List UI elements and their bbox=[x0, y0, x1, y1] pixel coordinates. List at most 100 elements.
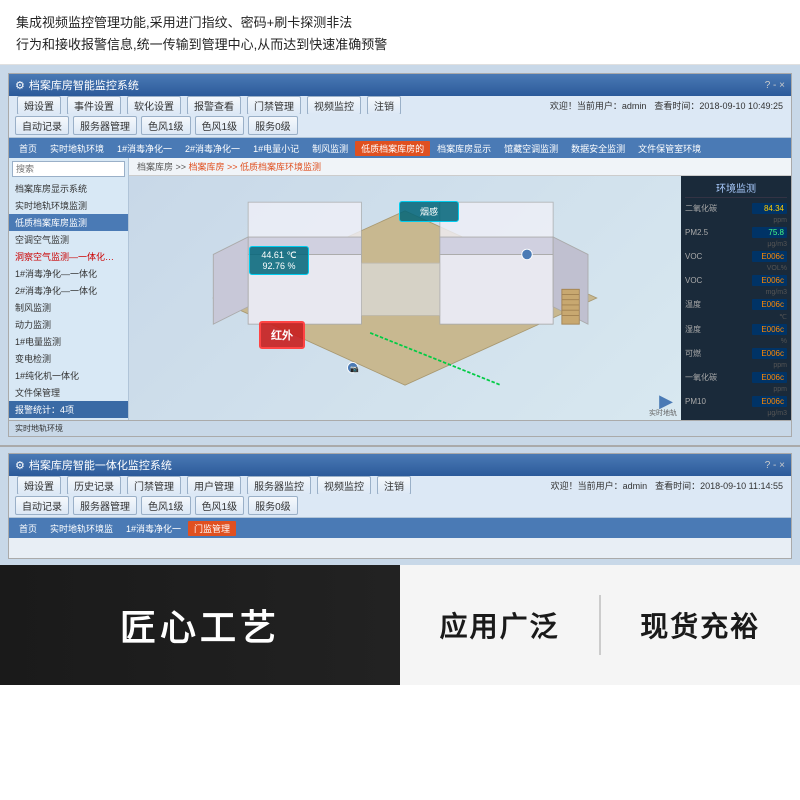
description-line1: 集成视频监控管理功能,采用进门指纹、密码+刷卡探测非法 bbox=[16, 12, 784, 34]
breadcrumb-1: 档案库房 >> 档案库房 >> 低质档案库环境监测 bbox=[129, 158, 791, 176]
nav-home[interactable]: 首页 bbox=[13, 141, 43, 156]
toolbar2-btn2[interactable]: 服务器管理 bbox=[73, 116, 137, 135]
nav2-realtime[interactable]: 实时地轨环境监 bbox=[44, 521, 119, 536]
infrared-tag: 红外 bbox=[259, 321, 305, 349]
sidebar-1: 档案库房显示系统 实时地轨环境监测 低质档案库房监测 空调空气监测 洞察空气监测… bbox=[9, 158, 129, 420]
toolbar2-user[interactable]: 用户管理 bbox=[187, 476, 241, 495]
toolbar-btn-soft[interactable]: 软化设置 bbox=[127, 96, 181, 115]
top-description: 集成视频监控管理功能,采用进门指纹、密码+刷卡探测非法 行为和接收报警信息,统一… bbox=[0, 0, 800, 65]
welcome-text-2: 欢迎！当前用户：admin bbox=[551, 479, 648, 492]
nav-archive-display[interactable]: 档案库房显示 bbox=[431, 141, 497, 156]
search-input[interactable] bbox=[12, 161, 125, 177]
env-co2-unit: ppm bbox=[685, 217, 787, 224]
statusbar-text-1: 实时地轨环境 bbox=[15, 423, 63, 434]
toolbar2-btn4[interactable]: 色风1级 bbox=[195, 116, 245, 135]
sidebar-item-lowquality[interactable]: 低质档案库房监测 bbox=[9, 214, 128, 231]
nav-power[interactable]: 1#电量小记 bbox=[247, 141, 305, 156]
nav-file-room[interactable]: 文件保管室环境 bbox=[632, 141, 707, 156]
toolbar2-video[interactable]: 视频监控 bbox=[317, 476, 371, 495]
window-controls-2: ? - × bbox=[765, 460, 785, 471]
toolbar2-btn1[interactable]: 自动记录 bbox=[15, 116, 69, 135]
titlebar-2: ⚙ 档案库房智能一体化监控系统 ? - × bbox=[9, 454, 791, 476]
sidebar-item-ster1[interactable]: 1#消毒净化—一体化 bbox=[9, 265, 128, 282]
toolbar2-btn5[interactable]: 服务0级 bbox=[248, 116, 298, 135]
nav-tabs-1: 首页 实时地轨环境 1#消毒净化一 2#消毒净化一 1#电量小记 制风监测 低质… bbox=[9, 138, 791, 158]
toolbar-btn-logout[interactable]: 注销 bbox=[367, 96, 401, 115]
toolbar-btn-config[interactable]: 姆设置 bbox=[17, 96, 61, 115]
toolbar3-btn4[interactable]: 色风1级 bbox=[195, 496, 245, 515]
sidebar-item-power[interactable]: 动力监测 bbox=[9, 316, 128, 333]
sidebar-item-hvac[interactable]: 空调空气监测 bbox=[9, 231, 128, 248]
env-co2: 二氧化碳 84.34 bbox=[685, 202, 787, 215]
env-title: 环境监测 bbox=[685, 180, 787, 198]
time-text-2: 查看时间：2018-09-10 11:14:55 bbox=[655, 479, 783, 492]
toolbar3-btn2[interactable]: 服务器管理 bbox=[73, 496, 137, 515]
temperature-value: 44.61 ℃ bbox=[256, 250, 302, 261]
toolbar3-btn5[interactable]: 服务0级 bbox=[248, 496, 298, 515]
toolbar2-history[interactable]: 历史记录 bbox=[67, 476, 121, 495]
toolbar2-btn3[interactable]: 色风1级 bbox=[141, 116, 191, 135]
nav-wind[interactable]: 制风监测 bbox=[306, 141, 354, 156]
sidebar-item-display[interactable]: 档案库房显示系统 bbox=[9, 180, 128, 197]
nav2-sterilize[interactable]: 1#消毒净化一 bbox=[120, 521, 187, 536]
toolbar-btn-video[interactable]: 视频监控 bbox=[307, 96, 361, 115]
sidebar-item-integrated[interactable]: 洞察空气监测—一体化监测 bbox=[9, 248, 128, 265]
toolbar2-door[interactable]: 门禁管理 bbox=[127, 476, 181, 495]
smoke-sensor-tag: 烟感 bbox=[399, 201, 459, 222]
top-info-bar-2: 姆设置 历史记录 门禁管理 用户管理 服务器监控 视频监控 注销 欢迎！当前用户… bbox=[9, 476, 791, 494]
sidebar-item-substation[interactable]: 变电检测 bbox=[9, 350, 128, 367]
nav-hvac[interactable]: 馆藏空调监测 bbox=[498, 141, 564, 156]
temp-humidity-tag: 44.61 ℃ 92.76 % bbox=[249, 246, 309, 275]
banner-left: 匠心工艺 bbox=[0, 599, 400, 651]
titlebar-left: ⚙ 档案库房智能监控系统 bbox=[15, 77, 139, 93]
toolbar3-btn1[interactable]: 自动记录 bbox=[15, 496, 69, 515]
env-combustible: 可燃 E006c bbox=[685, 347, 787, 360]
nav2-door[interactable]: 门监管理 bbox=[188, 521, 236, 536]
env-combustible-unit: ppm bbox=[685, 362, 787, 369]
main-view-1: 档案库房 >> 档案库房 >> 低质档案库环境监测 bbox=[129, 158, 791, 420]
banner-right: 应用广泛 现货充裕 bbox=[400, 595, 800, 655]
svg-text:📷: 📷 bbox=[350, 365, 359, 373]
nav-tabs-2: 首页 实时地轨环境监 1#消毒净化一 门监管理 bbox=[9, 518, 791, 538]
sidebar-item-realtime[interactable]: 实时地轨环境监测 bbox=[9, 197, 128, 214]
banner-item-1: 应用广泛 bbox=[440, 605, 560, 645]
toolbar-btn-alarm[interactable]: 报警查看 bbox=[187, 96, 241, 115]
env-temp-unit: ℃ bbox=[685, 313, 787, 321]
env-humidity: 湿度 E006c bbox=[685, 323, 787, 336]
env-panel: 环境监测 二氧化碳 84.34 ppm PM2.5 75.8 μg/m3 V bbox=[681, 176, 791, 420]
info-right: 欢迎！当前用户：admin 查看时间：2018-09-10 10:49:25 bbox=[550, 99, 783, 112]
sidebar-search bbox=[9, 158, 128, 180]
sidebar-item-ster2[interactable]: 2#消毒净化—一体化 bbox=[9, 282, 128, 299]
toolbar-btn-events[interactable]: 事件设置 bbox=[67, 96, 121, 115]
toolbar3-btn3[interactable]: 色风1级 bbox=[141, 496, 191, 515]
nav-realtime[interactable]: 实时地轨环境 bbox=[44, 141, 110, 156]
content-area-1: 档案库房显示系统 实时地轨环境监测 低质档案库房监测 空调空气监测 洞察空气监测… bbox=[9, 158, 791, 420]
nav2-home[interactable]: 首页 bbox=[13, 521, 43, 536]
screenshot-1: ⚙ 档案库房智能监控系统 ? - × 姆设置 事件设置 软化设置 报警查看 门禁… bbox=[0, 65, 800, 445]
titlebar-1: ⚙ 档案库房智能监控系统 ? - × bbox=[9, 74, 791, 96]
toolbar2-logout[interactable]: 注销 bbox=[377, 476, 411, 495]
nav-sterilize2[interactable]: 2#消毒净化一 bbox=[179, 141, 246, 156]
sidebar-item-purifier[interactable]: 1#纯化机一体化 bbox=[9, 367, 128, 384]
banner-divider bbox=[599, 595, 601, 655]
nav-sterilize1[interactable]: 1#消毒净化一 bbox=[111, 141, 178, 156]
toolbar3: 自动记录 服务器管理 色风1级 色风1级 服务0级 bbox=[9, 494, 791, 518]
welcome-text-1: 欢迎！当前用户：admin bbox=[550, 99, 647, 112]
sidebar-item-elec[interactable]: 1#电量监测 bbox=[9, 333, 128, 350]
info-right-2: 欢迎！当前用户：admin 查看时间：2018-09-10 11:14:55 bbox=[551, 479, 783, 492]
nav-lowquality[interactable]: 低质档案库房的 bbox=[355, 141, 430, 156]
toolbar2-1: 自动记录 服务器管理 色风1级 色风1级 服务0级 bbox=[9, 114, 791, 138]
toolbar-btn-door[interactable]: 门禁管理 bbox=[247, 96, 301, 115]
sidebar-item-wind[interactable]: 制风监测 bbox=[9, 299, 128, 316]
toolbar2-server[interactable]: 服务器监控 bbox=[247, 476, 311, 495]
sidebar-item-file[interactable]: 文件保管理 bbox=[9, 384, 128, 401]
toolbar2-config[interactable]: 姆设置 bbox=[17, 476, 61, 495]
env-voc2: VOC E006c bbox=[685, 274, 787, 287]
env-voc1-unit: VOL% bbox=[685, 265, 787, 272]
bottom-banner: 匠心工艺 应用广泛 现货充裕 bbox=[0, 565, 800, 685]
humidity-value: 92.76 % bbox=[256, 261, 302, 271]
nav-data-security[interactable]: 数据安全监测 bbox=[565, 141, 631, 156]
env-humidity-unit: % bbox=[685, 338, 787, 345]
time-text-1: 查看时间：2018-09-10 10:49:25 bbox=[654, 99, 783, 112]
screenshot-2: ⚙ 档案库房智能一体化监控系统 ? - × 姆设置 历史记录 门禁管理 用户管理… bbox=[0, 445, 800, 565]
